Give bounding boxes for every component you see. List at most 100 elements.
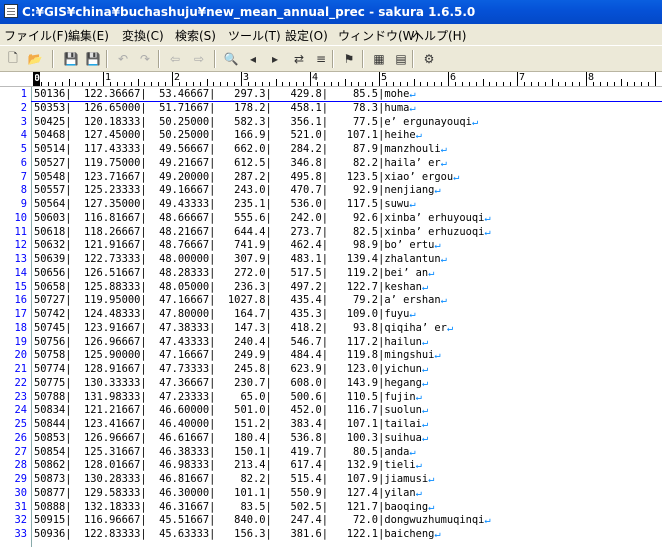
line-text[interactable]: 50834| 121.21667| 46.60000| 501.0| 452.0… <box>34 403 428 418</box>
text-line[interactable]: 29 50873| 130.28333| 46.81667| 82.2| 515.… <box>0 472 662 487</box>
menu-item-4[interactable]: ツール(T) <box>228 27 281 44</box>
text-line[interactable]: 30 50877| 129.58333| 46.30000| 101.1| 550… <box>0 486 662 501</box>
text-line[interactable]: 8 50557| 125.23333| 49.16667| 243.0| 470.… <box>0 183 662 198</box>
line-text[interactable]: 50618| 118.26667| 48.21667| 644.4| 273.7… <box>34 225 491 240</box>
line-text[interactable]: 50853| 126.96667| 46.61667| 180.4| 536.8… <box>34 431 428 446</box>
outline-icon[interactable]: ▦ <box>370 50 388 68</box>
line-end-mark-icon: ↵ <box>409 445 416 458</box>
search-next-icon[interactable]: ▸ <box>266 50 284 68</box>
menu-item-3[interactable]: 検索(S) <box>175 27 216 44</box>
undo-icon[interactable]: ↶ <box>114 50 132 68</box>
text-line[interactable]: 15 50658| 125.88333| 48.05000| 236.3| 497… <box>0 280 662 295</box>
replace-icon[interactable]: ⇄ <box>290 50 308 68</box>
line-text[interactable]: 50557| 125.23333| 49.16667| 243.0| 470.7… <box>34 183 441 198</box>
line-text[interactable]: 50639| 122.73333| 48.00000| 307.9| 483.1… <box>34 252 447 267</box>
line-text[interactable]: 50527| 119.75000| 49.21667| 612.5| 346.8… <box>34 156 447 171</box>
search-prev-icon[interactable]: ◂ <box>244 50 262 68</box>
line-text[interactable]: 50756| 126.96667| 47.43333| 240.4| 546.7… <box>34 335 428 350</box>
text-line[interactable]: 3 50425| 120.18333| 50.25000| 582.3| 356.… <box>0 115 662 130</box>
text-line[interactable]: 24 50834| 121.21667| 46.60000| 501.0| 452… <box>0 403 662 418</box>
text-line[interactable]: 23 50788| 131.98333| 47.23333| 65.0| 500.… <box>0 390 662 405</box>
line-text[interactable]: 50745| 123.91667| 47.38333| 147.3| 418.2… <box>34 321 453 336</box>
line-text[interactable]: 50873| 130.28333| 46.81667| 82.2| 515.4|… <box>34 472 434 487</box>
line-text[interactable]: 50727| 119.95000| 47.16667| 1027.8| 435.… <box>34 293 447 308</box>
menu-item-0[interactable]: ファイル(F) <box>4 27 68 44</box>
line-text[interactable]: 50632| 121.91667| 48.76667| 741.9| 462.4… <box>34 238 441 253</box>
text-line[interactable]: 17 50742| 124.48333| 47.80000| 164.7| 435… <box>0 307 662 322</box>
line-text[interactable]: 50877| 129.58333| 46.30000| 101.1| 550.9… <box>34 486 422 501</box>
title-bar[interactable]: C:¥GIS¥china¥buchashuju¥new_mean_annual_… <box>0 0 662 24</box>
jump-back-icon[interactable]: ⇦ <box>166 50 184 68</box>
line-text[interactable]: 50888| 132.18333| 46.31667| 83.5| 502.5|… <box>34 500 434 515</box>
text-line[interactable]: 5 50514| 117.43333| 49.56667| 662.0| 284.… <box>0 142 662 157</box>
text-line[interactable]: 21 50774| 128.91667| 47.73333| 245.8| 623… <box>0 362 662 377</box>
text-line[interactable]: 25 50844| 123.41667| 46.40000| 151.2| 383… <box>0 417 662 432</box>
text-line[interactable]: 14 50656| 126.51667| 48.28333| 272.0| 517… <box>0 266 662 281</box>
text-line[interactable]: 28 50862| 128.01667| 46.98333| 213.4| 617… <box>0 458 662 473</box>
line-text[interactable]: 50742| 124.48333| 47.80000| 164.7| 435.3… <box>34 307 416 322</box>
line-text[interactable]: 50936| 122.83333| 45.63333| 156.3| 381.6… <box>34 527 441 542</box>
text-editor[interactable]: 1 50136| 122.36667| 53.46667| 297.3| 429.… <box>0 87 662 547</box>
line-text[interactable]: 50862| 128.01667| 46.98333| 213.4| 617.4… <box>34 458 422 473</box>
line-text[interactable]: 50425| 120.18333| 50.25000| 582.3| 356.1… <box>34 115 478 130</box>
line-text[interactable]: 50603| 116.81667| 48.66667| 555.6| 242.0… <box>34 211 491 226</box>
text-line[interactable]: 13 50639| 122.73333| 48.00000| 307.9| 483… <box>0 252 662 267</box>
line-text[interactable]: 50468| 127.45000| 50.25000| 166.9| 521.0… <box>34 128 422 143</box>
text-line[interactable]: 32 50915| 116.96667| 45.51667| 840.0| 247… <box>0 513 662 528</box>
line-text[interactable]: 50564| 127.35000| 49.43333| 235.1| 536.0… <box>34 197 416 212</box>
text-line[interactable]: 6 50527| 119.75000| 49.21667| 612.5| 346.… <box>0 156 662 171</box>
line-text[interactable]: 50136| 122.36667| 53.46667| 297.3| 429.8… <box>34 87 416 102</box>
line-text[interactable]: 50656| 126.51667| 48.28333| 272.0| 517.5… <box>34 266 434 281</box>
line-content: 50425| 120.18333| 50.25000| 582.3| 356.1… <box>34 115 472 128</box>
new-file-icon[interactable]: 🗋 <box>4 50 22 68</box>
menu-item-1[interactable]: 編集(E) <box>68 27 109 44</box>
open-folder-icon[interactable]: 📂 <box>26 50 44 68</box>
jump-forward-icon[interactable]: ⇨ <box>190 50 208 68</box>
search-icon[interactable]: 🔍 <box>222 50 240 68</box>
ruler-tick <box>303 82 304 86</box>
text-line[interactable]: 18 50745| 123.91667| 47.38333| 147.3| 418… <box>0 321 662 336</box>
line-text[interactable]: 50775| 130.33333| 47.36667| 230.7| 608.0… <box>34 376 428 391</box>
menu-item-6[interactable]: ウィンドウ(W) <box>338 27 419 44</box>
line-text[interactable]: 50774| 128.91667| 47.73333| 245.8| 623.9… <box>34 362 428 377</box>
text-line[interactable]: 7 50548| 123.71667| 49.20000| 287.2| 495.… <box>0 170 662 185</box>
line-text[interactable]: 50788| 131.98333| 47.23333| 65.0| 500.6|… <box>34 390 422 405</box>
line-text[interactable]: 50844| 123.41667| 46.40000| 151.2| 383.4… <box>34 417 428 432</box>
line-end-mark-icon: ↵ <box>434 528 441 540</box>
text-line[interactable]: 11 50618| 118.26667| 48.21667| 644.4| 273… <box>0 225 662 240</box>
line-text[interactable]: 50758| 125.90000| 47.16667| 249.9| 484.4… <box>34 348 441 363</box>
app-icon[interactable] <box>4 4 18 18</box>
grep-icon[interactable]: ≡ <box>312 50 330 68</box>
text-line[interactable]: 22 50775| 130.33333| 47.36667| 230.7| 608… <box>0 376 662 391</box>
text-line[interactable]: 33 50936| 122.83333| 45.63333| 156.3| 381… <box>0 527 662 542</box>
text-line[interactable]: 9 50564| 127.35000| 49.43333| 235.1| 536.… <box>0 197 662 212</box>
text-line[interactable]: 4 50468| 127.45000| 50.25000| 166.9| 521.… <box>0 128 662 143</box>
text-line[interactable]: 2 50353| 126.65000| 51.71667| 178.2| 458.… <box>0 101 662 116</box>
text-line[interactable]: 20 50758| 125.90000| 47.16667| 249.9| 484… <box>0 348 662 363</box>
save-icon[interactable]: 💾 <box>84 50 102 68</box>
text-line[interactable]: 27 50854| 125.31667| 46.38333| 150.1| 419… <box>0 445 662 460</box>
text-line[interactable]: 10 50603| 116.81667| 48.66667| 555.6| 242… <box>0 211 662 226</box>
line-content: 50888| 132.18333| 46.31667| 83.5| 502.5|… <box>34 500 429 513</box>
menu-item-2[interactable]: 変換(C) <box>122 27 164 44</box>
ruler-tick <box>545 82 546 86</box>
settings-icon[interactable]: ⚙ <box>420 50 438 68</box>
line-text[interactable]: 50514| 117.43333| 49.56667| 662.0| 284.2… <box>34 142 447 157</box>
line-text[interactable]: 50353| 126.65000| 51.71667| 178.2| 458.1… <box>34 101 416 116</box>
line-text[interactable]: 50658| 125.88333| 48.05000| 236.3| 497.2… <box>34 280 428 295</box>
bookmark-icon[interactable]: ⚑ <box>340 50 358 68</box>
line-text[interactable]: 50915| 116.96667| 45.51667| 840.0| 247.4… <box>34 513 491 528</box>
fold-icon[interactable]: ▤ <box>392 50 410 68</box>
line-text[interactable]: 50548| 123.71667| 49.20000| 287.2| 495.8… <box>34 170 459 185</box>
redo-icon[interactable]: ↷ <box>136 50 154 68</box>
text-line[interactable]: 12 50632| 121.91667| 48.76667| 741.9| 462… <box>0 238 662 253</box>
text-line[interactable]: 1 50136| 122.36667| 53.46667| 297.3| 429.… <box>0 87 662 102</box>
text-line[interactable]: 31 50888| 132.18333| 46.31667| 83.5| 502.… <box>0 500 662 515</box>
text-line[interactable]: 16 50727| 119.95000| 47.16667| 1027.8| 43… <box>0 293 662 308</box>
text-line[interactable]: 26 50853| 126.96667| 46.61667| 180.4| 536… <box>0 431 662 446</box>
text-line[interactable]: 19 50756| 126.96667| 47.43333| 240.4| 546… <box>0 335 662 350</box>
save-disabled-icon[interactable]: 💾 <box>62 50 80 68</box>
menu-item-5[interactable]: 設定(O) <box>285 27 328 44</box>
line-text[interactable]: 50854| 125.31667| 46.38333| 150.1| 419.7… <box>34 445 416 460</box>
menu-item-7[interactable]: ヘルプ(H) <box>412 27 466 44</box>
